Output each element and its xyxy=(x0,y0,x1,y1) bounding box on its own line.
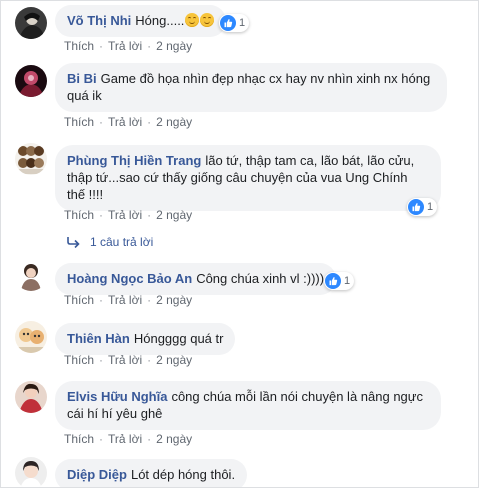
reply-arrow-icon xyxy=(67,237,80,248)
like-link[interactable]: Thích xyxy=(64,353,94,367)
comment-bubble: Bi Bi Game đồ họa nhìn đẹp nhạc cx hay nv… xyxy=(55,63,447,112)
comment-author[interactable]: Phùng Thị Hiền Trang xyxy=(67,153,201,168)
comment-actions: Thích · Trả lời · 2 ngày xyxy=(64,353,192,367)
separator: · xyxy=(147,39,152,53)
separator: · xyxy=(147,208,152,222)
comment-actions: Thích · Trả lời · 2 ngày xyxy=(64,115,192,129)
comment-actions: Thích · Trả lời · 2 ngày xyxy=(64,293,192,307)
separator: · xyxy=(147,293,152,307)
smiling-face-icon xyxy=(200,13,215,27)
separator: · xyxy=(99,353,104,367)
separator: · xyxy=(147,115,152,129)
avatar[interactable] xyxy=(15,7,47,39)
like-link[interactable]: Thích xyxy=(64,39,94,53)
reply-link[interactable]: Trả lời xyxy=(108,432,142,446)
reaction-count[interactable]: 1 xyxy=(407,198,438,216)
like-link[interactable]: Thích xyxy=(64,293,94,307)
comment-section: Võ Thị Nhi Hóng..... 1 Thích · Trả lời · 2 ng… xyxy=(0,0,479,488)
reply-link[interactable]: Trả lời xyxy=(108,293,142,307)
smiling-face-icon xyxy=(185,13,200,27)
avatar[interactable] xyxy=(15,259,47,291)
comment-time[interactable]: 2 ngày xyxy=(156,432,192,446)
comment-text: Công chúa xinh vl :)))) xyxy=(196,271,325,286)
avatar[interactable] xyxy=(15,65,47,97)
comment-author[interactable]: Elvis Hữu Nghĩa xyxy=(67,389,167,404)
comment-author[interactable]: Hoàng Ngọc Bảo An xyxy=(67,271,192,286)
reaction-count[interactable]: 1 xyxy=(219,14,250,32)
comment-time[interactable]: 2 ngày xyxy=(156,353,192,367)
comment-text: Hóngggg quá tr xyxy=(133,331,224,346)
separator: · xyxy=(147,432,152,446)
separator: · xyxy=(99,39,104,53)
like-link[interactable]: Thích xyxy=(64,208,94,222)
comment-actions: Thích · Trả lời · 2 ngày xyxy=(64,39,192,53)
comment-bubble: Diệp Diệp Lót dép hóng thôi. xyxy=(55,459,248,487)
comment-bubble: Hoàng Ngọc Bảo An Công chúa xinh vl :)))) xyxy=(55,263,337,295)
reply-link[interactable]: Trả lời xyxy=(108,115,142,129)
comment-actions: Thích · Trả lời · 2 ngày xyxy=(64,208,192,222)
avatar[interactable] xyxy=(15,143,47,175)
comment-bubble: Elvis Hữu Nghĩa công chúa mỗi lần nói chu… xyxy=(55,381,441,430)
separator: · xyxy=(99,432,104,446)
comment-text: Lót dép hóng thôi. xyxy=(130,467,236,482)
like-reaction-icon xyxy=(220,15,236,31)
comment-text: Game đồ họa nhìn đẹp nhạc cx hay nv nhìn… xyxy=(67,71,431,103)
avatar[interactable] xyxy=(15,457,47,487)
like-link[interactable]: Thích xyxy=(64,115,94,129)
reaction-number: 1 xyxy=(427,201,434,213)
like-reaction-icon xyxy=(408,199,424,215)
avatar[interactable] xyxy=(15,321,47,353)
avatar[interactable] xyxy=(15,381,47,413)
separator: · xyxy=(147,353,152,367)
replies-count[interactable]: 1 câu trả lời xyxy=(90,235,153,249)
reaction-number: 1 xyxy=(344,275,351,287)
comment-bubble: Thiên Hàn Hóngggg quá tr xyxy=(55,323,236,355)
reaction-number: 1 xyxy=(239,17,246,29)
separator: · xyxy=(99,115,104,129)
comment-author[interactable]: Võ Thị Nhi xyxy=(67,13,131,28)
comment-bubble: Phùng Thị Hiền Trang lão tứ, thập tam ca,… xyxy=(55,145,441,211)
comment-author[interactable]: Bi Bi xyxy=(67,71,97,86)
comment-text: Hóng..... xyxy=(135,13,185,28)
reply-link[interactable]: Trả lời xyxy=(108,208,142,222)
comment-time[interactable]: 2 ngày xyxy=(156,115,192,129)
reply-link[interactable]: Trả lời xyxy=(108,353,142,367)
comment-author[interactable]: Thiên Hàn xyxy=(67,331,130,346)
comment-author[interactable]: Diệp Diệp xyxy=(67,467,127,482)
comment-time[interactable]: 2 ngày xyxy=(156,208,192,222)
like-reaction-icon xyxy=(325,273,341,289)
reaction-count[interactable]: 1 xyxy=(324,272,355,290)
comment-time[interactable]: 2 ngày xyxy=(156,293,192,307)
comment-actions: Thích · Trả lời · 2 ngày xyxy=(64,432,192,446)
view-replies-link[interactable]: 1 câu trả lời xyxy=(67,235,153,249)
separator: · xyxy=(99,293,104,307)
separator: · xyxy=(99,208,104,222)
like-link[interactable]: Thích xyxy=(64,432,94,446)
comment-bubble: Võ Thị Nhi Hóng..... xyxy=(55,5,227,37)
comment-time[interactable]: 2 ngày xyxy=(156,39,192,53)
reply-link[interactable]: Trả lời xyxy=(108,39,142,53)
